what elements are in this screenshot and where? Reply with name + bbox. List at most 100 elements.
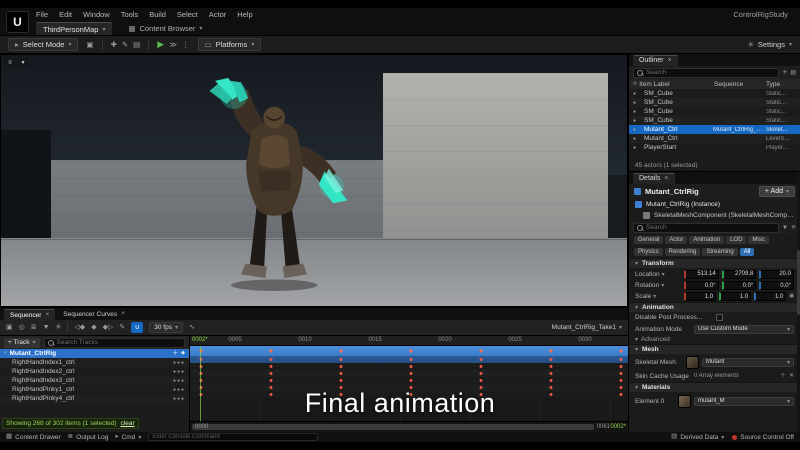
scale-x-field[interactable]: 1.0 [684, 292, 717, 301]
visibility-eye-icon[interactable]: ● [633, 145, 641, 151]
render-movie-icon[interactable]: ◎ [19, 324, 25, 331]
outliner-search[interactable] [633, 67, 780, 78]
menu-tools[interactable]: Tools [121, 10, 139, 19]
component-row[interactable]: SkeletalMeshComponent (SkeletalMeshCompo… [629, 210, 800, 221]
content-browser-button[interactable]: ▦ Content Browser ▾ [122, 22, 208, 35]
track-options-icons[interactable]: ●●● [173, 360, 185, 366]
visibility-eye-icon[interactable]: ● [633, 100, 641, 106]
filter-tab-animation[interactable]: Animation [689, 236, 725, 244]
timeline-range-bar[interactable]: 0000 0061 0002* [190, 421, 628, 432]
close-icon[interactable]: × [668, 57, 672, 64]
filter-tab-streaming[interactable]: Streaming [702, 248, 738, 256]
add-element-icon[interactable]: ＋ [780, 373, 786, 379]
menu-window[interactable]: Window [83, 10, 110, 19]
actions-icon[interactable]: ≣ [31, 324, 37, 331]
chevron-down-icon[interactable]: ▾ [4, 351, 7, 356]
column-type[interactable]: Type [766, 81, 796, 88]
outliner-settings-icon[interactable]: ✳ [782, 70, 787, 76]
outliner-row[interactable]: ● PlayerStart Player... [629, 143, 800, 152]
source-control-button[interactable]: Source Control Off [732, 434, 794, 441]
menu-file[interactable]: File [36, 10, 48, 19]
rotation-x-field[interactable]: 0.0° [684, 281, 719, 290]
scale-label[interactable]: Scale ▾ [635, 293, 681, 300]
filter-tab-lod[interactable]: LOD [726, 236, 747, 244]
keyframe-lane[interactable] [190, 377, 628, 384]
filter-tab-rendering[interactable]: Rendering [664, 248, 701, 256]
details-search[interactable] [633, 222, 780, 233]
sequence-breadcrumb[interactable]: Mutant_CtrlRig_Take1 ▾ [552, 324, 622, 331]
disable-post-process-checkbox[interactable] [716, 314, 723, 321]
unreal-logo-icon[interactable]: U [6, 11, 29, 33]
section-mesh[interactable]: ▾ Mesh [629, 344, 800, 354]
scale-y-field[interactable]: 1.0 [719, 292, 752, 301]
content-drawer-button[interactable]: ▦ Content Drawer [6, 433, 61, 440]
filter-clear-link[interactable]: clear [121, 420, 135, 427]
details-search-input[interactable] [646, 224, 776, 231]
visibility-eye-icon[interactable]: ● [633, 91, 641, 97]
tab-sequencer[interactable]: Sequencer × [4, 309, 56, 320]
track-row[interactable]: RightHandIndex2_ctrl ●●● [0, 367, 189, 376]
column-item-label[interactable]: Item Label [639, 81, 712, 88]
range-scrollbar[interactable] [192, 424, 594, 430]
visibility-eye-icon[interactable]: ● [633, 109, 641, 115]
outliner-row[interactable]: ● SM_Cube Static... [629, 116, 800, 125]
platforms-dropdown[interactable]: ▭ Platforms ▾ [197, 38, 262, 51]
rotation-label[interactable]: Rotation ▾ [635, 282, 681, 289]
track-section[interactable] [190, 356, 628, 363]
location-y-field[interactable]: 2709.8 [721, 269, 757, 279]
outliner-row[interactable]: ● SM_Cube Static... [629, 107, 800, 116]
cmd-dropdown[interactable]: ▸ Cmd ▾ [115, 433, 141, 440]
tab-outliner[interactable]: Outliner × [633, 54, 678, 66]
refresh-icon[interactable]: ⟳ [633, 81, 637, 87]
location-x-field[interactable]: 513.14 [684, 269, 719, 279]
outliner-search-input[interactable] [646, 69, 776, 76]
track-options-icons[interactable]: ●●● [173, 369, 185, 375]
visibility-eye-icon[interactable]: ● [633, 118, 641, 124]
save-icon[interactable]: ▣ [86, 41, 93, 49]
console-command-input[interactable] [152, 434, 315, 440]
track-row[interactable]: RightHandIndex3_ctrl ●●● [0, 376, 189, 385]
key-previous-icon[interactable]: ◁◆ [74, 324, 85, 331]
delete-icon[interactable]: ✕ [789, 373, 794, 379]
close-icon[interactable]: × [664, 175, 668, 182]
column-sequence[interactable]: Sequence [714, 81, 764, 88]
tab-sequencer-curves[interactable]: Sequencer Curves × [57, 309, 131, 320]
menu-edit[interactable]: Edit [59, 10, 72, 19]
viewport[interactable]: ≡ ▾ [0, 54, 628, 307]
advanced-expander[interactable]: ▾ Advanced [629, 335, 800, 344]
edit-options-icon[interactable]: ✳ [56, 324, 62, 331]
play-button[interactable]: ▶ [157, 40, 164, 49]
outliner-row[interactable]: ● SM_Cube Static... [629, 98, 800, 107]
close-icon[interactable]: × [121, 311, 125, 318]
filter-tab-misc[interactable]: Misc [748, 236, 769, 244]
outliner-row[interactable]: ● Mutant_Ctrl LevelS... [629, 134, 800, 143]
filter-tab-all[interactable]: All [739, 248, 755, 256]
console-command-box[interactable] [148, 433, 319, 441]
menu-select[interactable]: Select [177, 10, 198, 19]
filter-icon[interactable]: ▼ [43, 324, 50, 331]
save-icon[interactable]: ▣ [6, 324, 13, 331]
add-track-button[interactable]: + Track ▾ [4, 337, 40, 348]
add-section-icon[interactable]: ＋ [172, 351, 178, 357]
select-mode-dropdown[interactable]: ▸ Select Mode ▾ [8, 38, 79, 51]
filter-tab-physics[interactable]: Physics [634, 248, 663, 256]
menu-build[interactable]: Build [149, 10, 166, 19]
rotation-z-field[interactable]: 0.0° [759, 281, 795, 290]
filter-tab-general[interactable]: General [634, 236, 664, 244]
location-label[interactable]: Location ▾ [635, 271, 681, 278]
track-options-icons[interactable]: ●●● [173, 378, 185, 384]
add-keyframe-icon[interactable]: ◆ [91, 324, 96, 331]
details-settings-icon[interactable]: ✳ [791, 225, 796, 231]
menu-help[interactable]: Help [237, 10, 252, 19]
tab-details[interactable]: Details × [633, 172, 675, 184]
track-section-selected[interactable] [190, 346, 628, 356]
keyframe-lane[interactable] [190, 363, 628, 370]
visibility-eye-icon[interactable]: ● [633, 136, 641, 142]
viewport-menu-icon[interactable]: ≡ [5, 58, 15, 67]
track-row[interactable]: RightHandIndex1_ctrl ●●● [0, 358, 189, 367]
curve-editor-icon[interactable]: ∿ [189, 324, 195, 331]
add-actor-icon[interactable]: ✚ [111, 41, 117, 49]
skeletal-mesh-thumbnail[interactable] [686, 355, 699, 369]
keyframe-lane[interactable] [190, 370, 628, 377]
visibility-eye-icon[interactable]: ● [633, 127, 641, 133]
